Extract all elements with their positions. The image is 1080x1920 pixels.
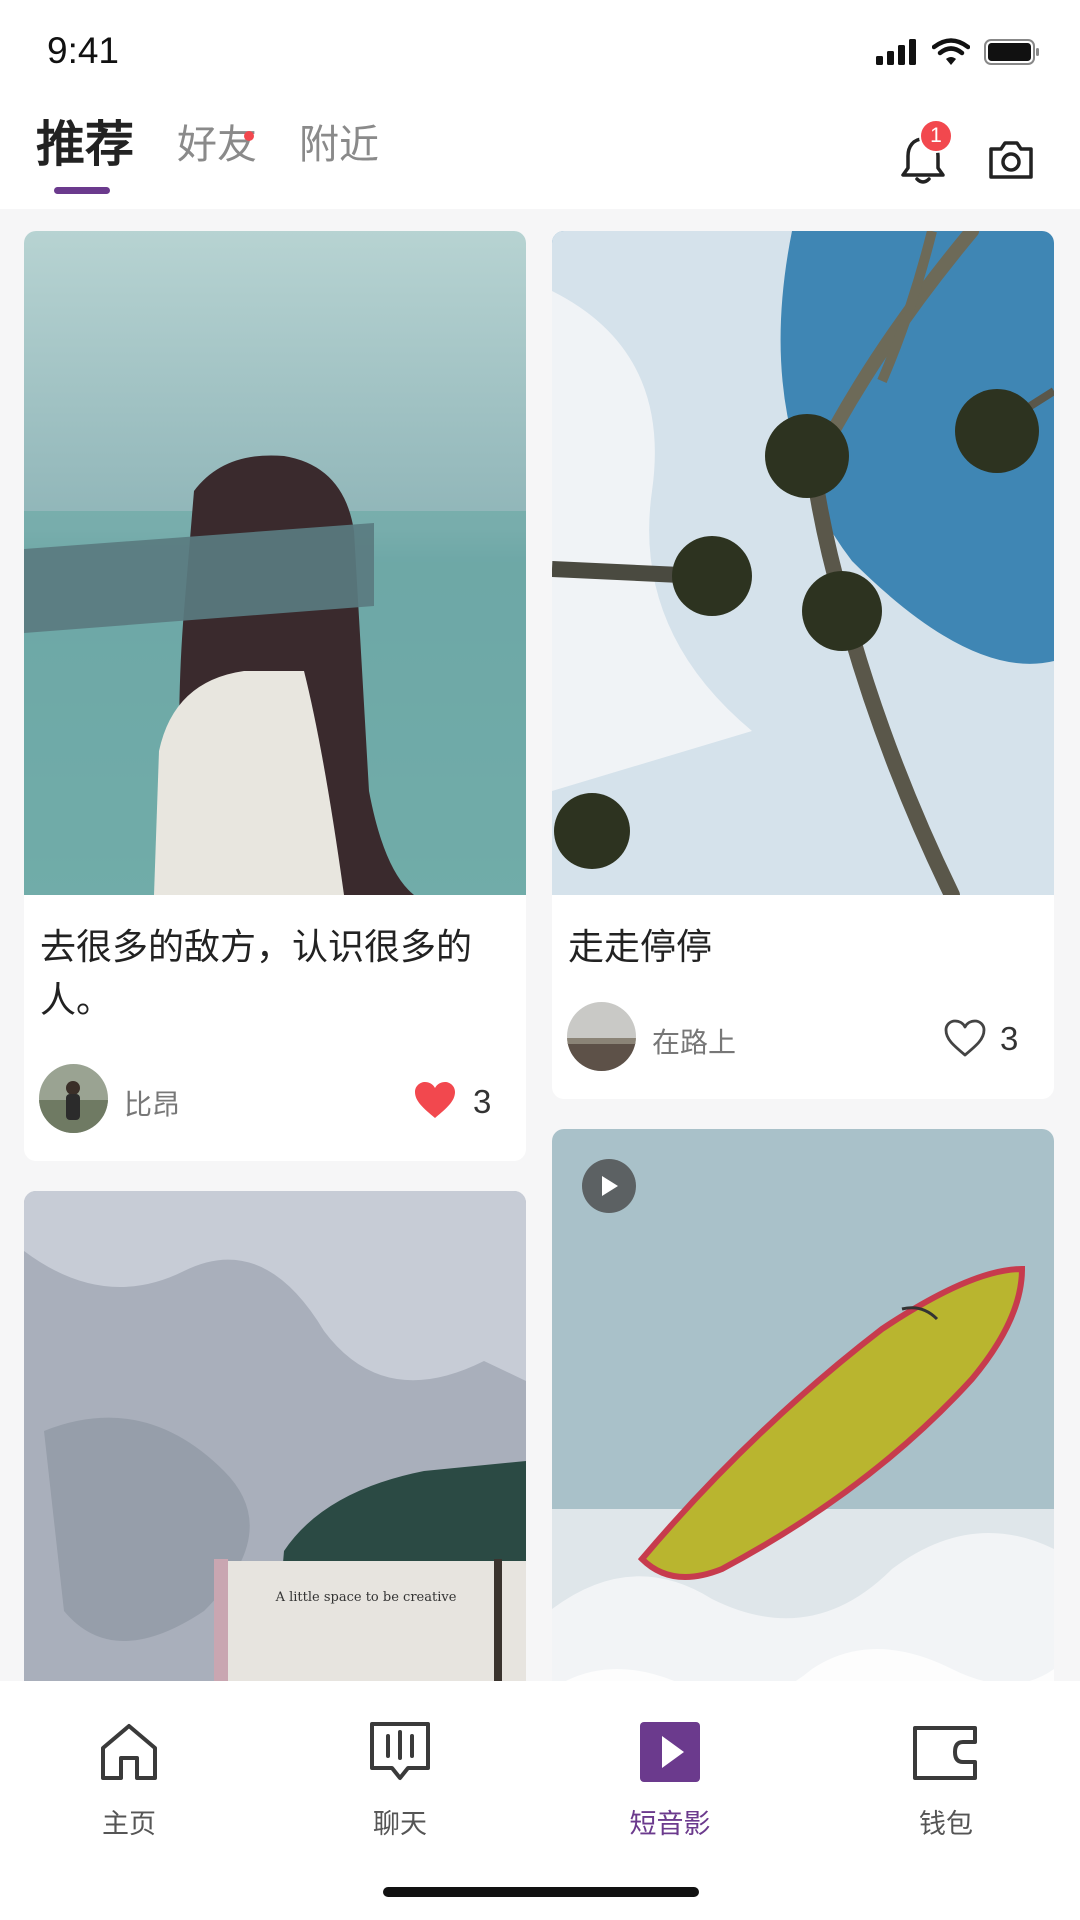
camera-button[interactable] xyxy=(981,130,1041,190)
card-image xyxy=(552,231,1054,895)
nav-short-video[interactable]: 短音影 xyxy=(590,1716,750,1841)
top-header: 推荐 好友 附近 1 xyxy=(0,105,1080,209)
nav-chat[interactable]: 聊天 xyxy=(320,1716,480,1841)
status-bar: 9:41 xyxy=(0,0,1080,105)
tab-nearby[interactable]: 附近 xyxy=(299,125,379,165)
active-tab-indicator xyxy=(54,187,110,194)
play-icon xyxy=(602,1176,618,1196)
feed-grid: 去很多的敌方，认识很多的人。 比昂 3 走走停停 在路上 3 A little … xyxy=(0,209,1080,1681)
nav-label: 聊天 xyxy=(373,1809,427,1840)
home-icon xyxy=(101,1724,157,1780)
chat-icon xyxy=(370,1722,430,1780)
like-count: 3 xyxy=(473,1083,492,1120)
avatar-image xyxy=(567,1002,636,1071)
nav-wallet[interactable]: 钱包 xyxy=(866,1716,1026,1841)
camera-icon xyxy=(989,141,1033,179)
card-title: 走走停停 xyxy=(568,927,713,968)
feed-card[interactable] xyxy=(552,1129,1054,1681)
home-indicator xyxy=(383,1887,699,1897)
wifi-icon xyxy=(932,38,970,65)
battery-icon xyxy=(984,39,1039,65)
tab-recommended[interactable]: 推荐 xyxy=(36,120,134,169)
nav-label: 钱包 xyxy=(919,1809,973,1840)
heart-filled-icon[interactable] xyxy=(413,1080,457,1120)
card-image: A little space to be creative xyxy=(24,1191,526,1681)
status-icons xyxy=(876,38,1040,66)
like-count: 3 xyxy=(1000,1020,1019,1057)
nav-label: 主页 xyxy=(102,1809,156,1840)
avatar[interactable] xyxy=(567,1002,636,1071)
author-name[interactable]: 在路上 xyxy=(652,1021,736,1061)
nav-home[interactable]: 主页 xyxy=(49,1716,209,1841)
book-caption: A little space to be creative xyxy=(275,1590,457,1605)
video-play-icon xyxy=(640,1722,700,1782)
avatar-image xyxy=(39,1064,108,1133)
feed-card[interactable]: 走走停停 在路上 3 xyxy=(552,231,1054,1099)
notification-badge: 1 xyxy=(919,119,953,153)
author-name[interactable]: 比昂 xyxy=(124,1083,180,1123)
wallet-icon xyxy=(913,1726,977,1780)
nav-label: 短音影 xyxy=(629,1809,711,1840)
bottom-nav: 主页 聊天 短音影 钱包 xyxy=(0,1681,1080,1920)
friends-new-dot xyxy=(244,131,254,141)
avatar[interactable] xyxy=(39,1064,108,1133)
signal-icon xyxy=(876,39,916,65)
feed-card[interactable]: 去很多的敌方，认识很多的人。 比昂 3 xyxy=(24,231,526,1161)
card-image xyxy=(24,231,526,895)
feed-card[interactable]: A little space to be creative xyxy=(24,1191,526,1681)
video-indicator xyxy=(582,1159,636,1213)
card-image xyxy=(552,1129,1054,1681)
heart-outline-icon[interactable] xyxy=(943,1018,987,1058)
status-time: 9:41 xyxy=(47,30,120,71)
card-title: 去很多的敌方，认识很多的人。 xyxy=(40,927,473,1021)
